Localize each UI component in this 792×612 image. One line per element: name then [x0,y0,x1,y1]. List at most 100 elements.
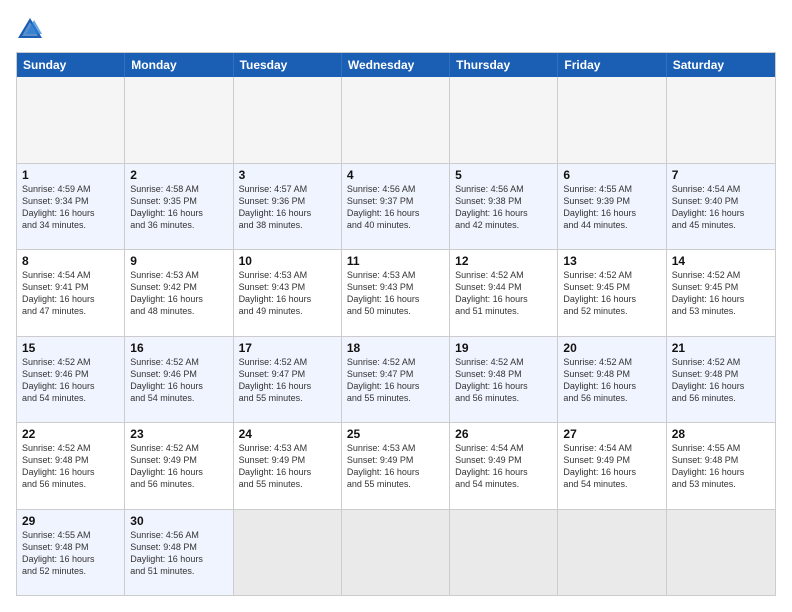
day-number: 5 [455,168,552,182]
calendar-cell [234,510,342,596]
day-number: 17 [239,341,336,355]
calendar-cell [17,77,125,163]
calendar-cell: 5Sunrise: 4:56 AM Sunset: 9:38 PM Daylig… [450,164,558,250]
calendar-cell: 23Sunrise: 4:52 AM Sunset: 9:49 PM Dayli… [125,423,233,509]
cell-details: Sunrise: 4:53 AM Sunset: 9:42 PM Dayligh… [130,269,227,318]
day-number: 7 [672,168,770,182]
calendar-cell: 22Sunrise: 4:52 AM Sunset: 9:48 PM Dayli… [17,423,125,509]
day-number: 14 [672,254,770,268]
day-number: 2 [130,168,227,182]
cell-details: Sunrise: 4:52 AM Sunset: 9:46 PM Dayligh… [130,356,227,405]
day-number: 8 [22,254,119,268]
day-number: 22 [22,427,119,441]
calendar-cell [342,510,450,596]
calendar-cell: 7Sunrise: 4:54 AM Sunset: 9:40 PM Daylig… [667,164,775,250]
cell-details: Sunrise: 4:55 AM Sunset: 9:48 PM Dayligh… [672,442,770,491]
calendar-cell: 27Sunrise: 4:54 AM Sunset: 9:49 PM Dayli… [558,423,666,509]
calendar-week-4: 15Sunrise: 4:52 AM Sunset: 9:46 PM Dayli… [17,336,775,423]
day-number: 13 [563,254,660,268]
calendar-week-2: 1Sunrise: 4:59 AM Sunset: 9:34 PM Daylig… [17,163,775,250]
calendar-cell: 21Sunrise: 4:52 AM Sunset: 9:48 PM Dayli… [667,337,775,423]
day-number: 16 [130,341,227,355]
calendar-cell [558,510,666,596]
calendar-cell: 19Sunrise: 4:52 AM Sunset: 9:48 PM Dayli… [450,337,558,423]
calendar-cell: 15Sunrise: 4:52 AM Sunset: 9:46 PM Dayli… [17,337,125,423]
calendar: SundayMondayTuesdayWednesdayThursdayFrid… [16,52,776,596]
calendar-week-1 [17,77,775,163]
cell-details: Sunrise: 4:52 AM Sunset: 9:45 PM Dayligh… [672,269,770,318]
calendar-cell: 9Sunrise: 4:53 AM Sunset: 9:42 PM Daylig… [125,250,233,336]
calendar-cell [667,77,775,163]
calendar-cell: 6Sunrise: 4:55 AM Sunset: 9:39 PM Daylig… [558,164,666,250]
calendar-cell: 30Sunrise: 4:56 AM Sunset: 9:48 PM Dayli… [125,510,233,596]
calendar-cell [558,77,666,163]
day-number: 9 [130,254,227,268]
calendar-week-5: 22Sunrise: 4:52 AM Sunset: 9:48 PM Dayli… [17,422,775,509]
calendar-week-6: 29Sunrise: 4:55 AM Sunset: 9:48 PM Dayli… [17,509,775,596]
cell-details: Sunrise: 4:56 AM Sunset: 9:48 PM Dayligh… [130,529,227,578]
cell-details: Sunrise: 4:58 AM Sunset: 9:35 PM Dayligh… [130,183,227,232]
calendar-cell: 4Sunrise: 4:56 AM Sunset: 9:37 PM Daylig… [342,164,450,250]
calendar-cell: 20Sunrise: 4:52 AM Sunset: 9:48 PM Dayli… [558,337,666,423]
calendar-cell [234,77,342,163]
calendar-cell: 26Sunrise: 4:54 AM Sunset: 9:49 PM Dayli… [450,423,558,509]
cell-details: Sunrise: 4:56 AM Sunset: 9:37 PM Dayligh… [347,183,444,232]
calendar-cell: 25Sunrise: 4:53 AM Sunset: 9:49 PM Dayli… [342,423,450,509]
day-number: 24 [239,427,336,441]
calendar-body: 1Sunrise: 4:59 AM Sunset: 9:34 PM Daylig… [17,77,775,595]
header-day-sunday: Sunday [17,53,125,77]
day-number: 26 [455,427,552,441]
logo [16,16,48,44]
calendar-cell [125,77,233,163]
calendar-cell [450,77,558,163]
cell-details: Sunrise: 4:56 AM Sunset: 9:38 PM Dayligh… [455,183,552,232]
header-day-wednesday: Wednesday [342,53,450,77]
cell-details: Sunrise: 4:52 AM Sunset: 9:47 PM Dayligh… [239,356,336,405]
cell-details: Sunrise: 4:52 AM Sunset: 9:49 PM Dayligh… [130,442,227,491]
day-number: 3 [239,168,336,182]
calendar-cell: 1Sunrise: 4:59 AM Sunset: 9:34 PM Daylig… [17,164,125,250]
cell-details: Sunrise: 4:52 AM Sunset: 9:46 PM Dayligh… [22,356,119,405]
cell-details: Sunrise: 4:54 AM Sunset: 9:40 PM Dayligh… [672,183,770,232]
calendar-cell: 13Sunrise: 4:52 AM Sunset: 9:45 PM Dayli… [558,250,666,336]
cell-details: Sunrise: 4:55 AM Sunset: 9:39 PM Dayligh… [563,183,660,232]
calendar-header-row: SundayMondayTuesdayWednesdayThursdayFrid… [17,53,775,77]
day-number: 21 [672,341,770,355]
cell-details: Sunrise: 4:52 AM Sunset: 9:48 PM Dayligh… [672,356,770,405]
calendar-cell: 2Sunrise: 4:58 AM Sunset: 9:35 PM Daylig… [125,164,233,250]
header-day-monday: Monday [125,53,233,77]
cell-details: Sunrise: 4:52 AM Sunset: 9:47 PM Dayligh… [347,356,444,405]
day-number: 12 [455,254,552,268]
header-day-thursday: Thursday [450,53,558,77]
calendar-cell: 10Sunrise: 4:53 AM Sunset: 9:43 PM Dayli… [234,250,342,336]
calendar-cell [342,77,450,163]
cell-details: Sunrise: 4:52 AM Sunset: 9:45 PM Dayligh… [563,269,660,318]
calendar-cell: 28Sunrise: 4:55 AM Sunset: 9:48 PM Dayli… [667,423,775,509]
calendar-cell: 11Sunrise: 4:53 AM Sunset: 9:43 PM Dayli… [342,250,450,336]
day-number: 15 [22,341,119,355]
calendar-week-3: 8Sunrise: 4:54 AM Sunset: 9:41 PM Daylig… [17,249,775,336]
calendar-cell: 24Sunrise: 4:53 AM Sunset: 9:49 PM Dayli… [234,423,342,509]
day-number: 25 [347,427,444,441]
header-day-friday: Friday [558,53,666,77]
calendar-cell: 17Sunrise: 4:52 AM Sunset: 9:47 PM Dayli… [234,337,342,423]
page: SundayMondayTuesdayWednesdayThursdayFrid… [0,0,792,612]
calendar-cell: 29Sunrise: 4:55 AM Sunset: 9:48 PM Dayli… [17,510,125,596]
day-number: 6 [563,168,660,182]
calendar-cell: 8Sunrise: 4:54 AM Sunset: 9:41 PM Daylig… [17,250,125,336]
day-number: 23 [130,427,227,441]
cell-details: Sunrise: 4:53 AM Sunset: 9:49 PM Dayligh… [347,442,444,491]
day-number: 1 [22,168,119,182]
day-number: 19 [455,341,552,355]
cell-details: Sunrise: 4:54 AM Sunset: 9:49 PM Dayligh… [455,442,552,491]
cell-details: Sunrise: 4:54 AM Sunset: 9:49 PM Dayligh… [563,442,660,491]
day-number: 30 [130,514,227,528]
cell-details: Sunrise: 4:52 AM Sunset: 9:48 PM Dayligh… [455,356,552,405]
cell-details: Sunrise: 4:54 AM Sunset: 9:41 PM Dayligh… [22,269,119,318]
day-number: 28 [672,427,770,441]
day-number: 10 [239,254,336,268]
cell-details: Sunrise: 4:53 AM Sunset: 9:43 PM Dayligh… [239,269,336,318]
header-day-tuesday: Tuesday [234,53,342,77]
cell-details: Sunrise: 4:57 AM Sunset: 9:36 PM Dayligh… [239,183,336,232]
header-day-saturday: Saturday [667,53,775,77]
